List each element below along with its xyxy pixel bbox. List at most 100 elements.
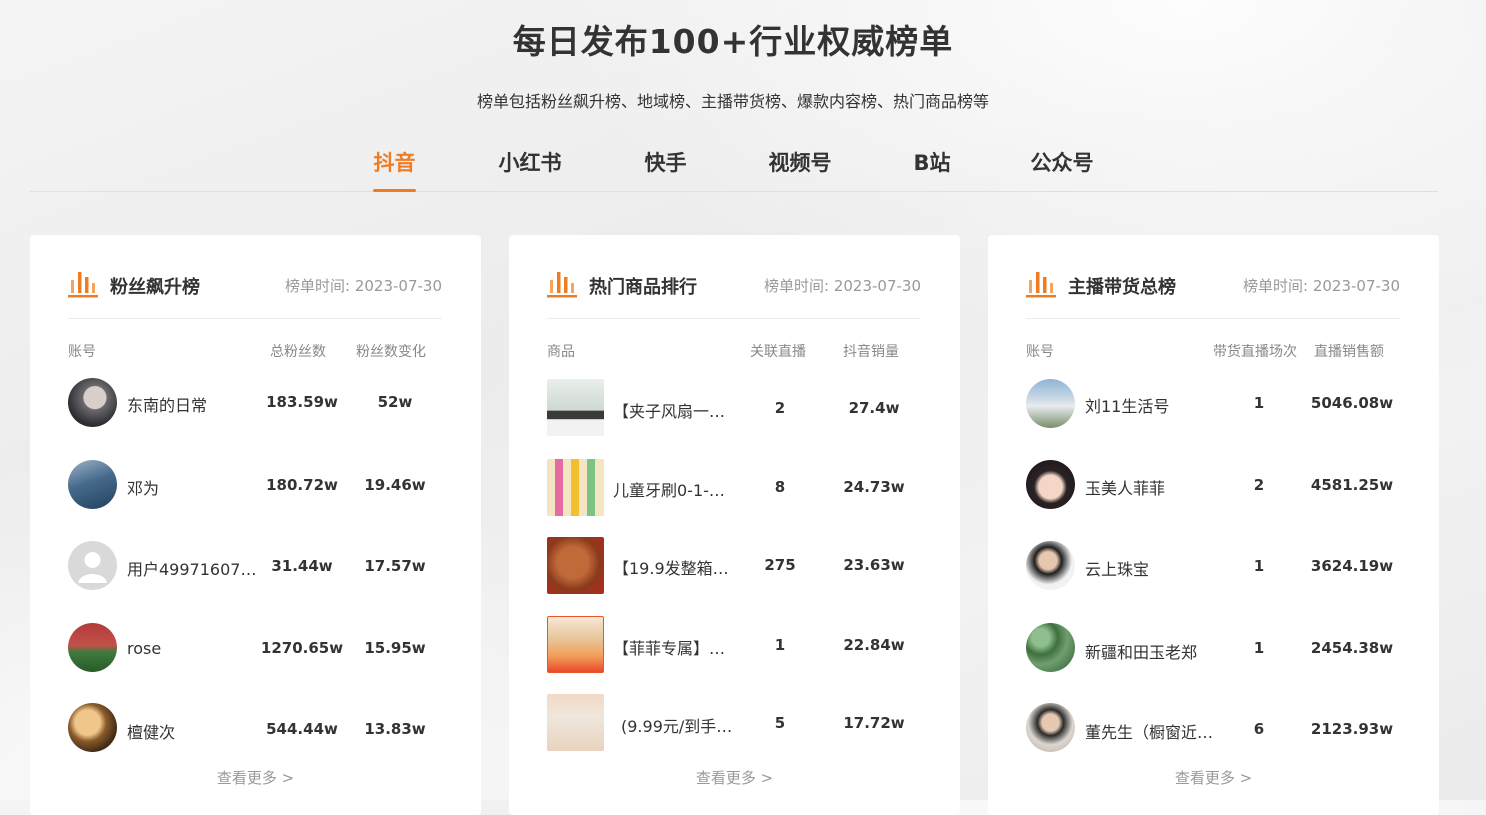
live-sessions: 2	[1253, 476, 1265, 494]
live-sales: 5046.08w	[1310, 394, 1394, 412]
table-row[interactable]: 玉美人菲菲 2 4581.25w	[988, 456, 1439, 516]
table-row[interactable]: 【菲菲专属】… 1 22.84w	[509, 615, 960, 675]
tab-kuaishou[interactable]: 快手	[644, 145, 687, 191]
fans-change: 15.95w	[364, 639, 426, 657]
column-header-live-sessions: 带货直播场次	[1213, 344, 1297, 360]
live-sessions: 1	[1253, 557, 1265, 575]
product-thumbnail	[547, 616, 604, 673]
product-name: (9.99元/到手…	[621, 717, 733, 736]
live-sessions: 6	[1253, 720, 1265, 738]
table-row[interactable]: rose 1270.65w 15.95w	[30, 619, 481, 679]
streamer-name: 云上珠宝	[1085, 560, 1150, 579]
live-sales: 3624.19w	[1310, 557, 1394, 575]
avatar	[1026, 703, 1075, 752]
date-value: 2023-07-30	[354, 277, 442, 295]
bar-chart-icon	[547, 272, 577, 298]
streamer-name: 玉美人菲菲	[1085, 479, 1166, 498]
account-name: 用户4997160766…	[127, 560, 257, 579]
default-avatar-icon	[68, 541, 117, 590]
douyin-sales: 17.72w	[843, 714, 905, 732]
table-row[interactable]: 云上珠宝 1 3624.19w	[988, 537, 1439, 597]
bar-chart-icon	[1026, 272, 1056, 298]
date-value: 2023-07-30	[1312, 277, 1400, 295]
date-value: 2023-07-30	[833, 277, 921, 295]
streamer-name: 刘11生活号	[1085, 397, 1170, 416]
column-header-account: 账号	[68, 344, 96, 360]
table-row[interactable]: 东南的日常 183.59w 52w	[30, 375, 481, 435]
fans-change: 52w	[377, 393, 413, 411]
list-date: 榜单时间: 2023-07-30	[285, 275, 442, 296]
fans-change: 13.83w	[364, 720, 426, 738]
douyin-sales: 23.63w	[843, 556, 905, 574]
view-more-link[interactable]: 查看更多 >	[988, 767, 1439, 788]
table-row[interactable]: 儿童牙刷0-1-2… 8 24.73w	[509, 457, 960, 517]
date-label: 榜单时间:	[284, 277, 351, 295]
total-fans: 544.44w	[266, 720, 338, 738]
product-name: 儿童牙刷0-1-2…	[613, 481, 733, 500]
live-sales: 2123.93w	[1310, 720, 1394, 738]
tab-bilibili[interactable]: B站	[913, 145, 951, 191]
table-row[interactable]: 用户4997160766… 31.44w 17.57w	[30, 537, 481, 597]
table-row[interactable]: 刘11生活号 1 5046.08w	[988, 375, 1439, 435]
streamer-name: 新疆和田玉老郑	[1085, 643, 1198, 662]
live-sales: 4581.25w	[1310, 476, 1394, 494]
table-row[interactable]: (9.99元/到手… 5 17.72w	[509, 693, 960, 753]
total-fans: 31.44w	[271, 557, 333, 575]
list-date: 榜单时间: 2023-07-30	[1243, 275, 1400, 296]
avatar	[1026, 379, 1075, 428]
account-name: 东南的日常	[127, 396, 208, 415]
related-live-count: 2	[774, 399, 786, 417]
fans-change: 19.46w	[364, 476, 426, 494]
streamer-name: 董先生（橱窗近…	[1085, 723, 1214, 742]
table-row[interactable]: 邓为 180.72w 19.46w	[30, 456, 481, 516]
column-header-douyin-sales: 抖音销量	[843, 344, 899, 360]
douyin-sales: 22.84w	[843, 636, 905, 654]
table-row[interactable]: 【19.9发整箱8… 275 23.63w	[509, 536, 960, 596]
card-header: 主播带货总榜 榜单时间: 2023-07-30	[1026, 265, 1400, 319]
card-header: 热门商品排行 榜单时间: 2023-07-30	[547, 265, 921, 319]
table-row[interactable]: 董先生（橱窗近… 6 2123.93w	[988, 700, 1439, 760]
card-title: 主播带货总榜	[1068, 277, 1176, 298]
fans-change: 17.57w	[364, 557, 426, 575]
view-more-link[interactable]: 查看更多 >	[509, 767, 960, 788]
card-fans-rising: 粉丝飙升榜 榜单时间: 2023-07-30 账号 总粉丝数 粉丝数变化 东南的…	[30, 235, 481, 815]
account-name: rose	[127, 639, 162, 658]
table-row[interactable]: 新疆和田玉老郑 1 2454.38w	[988, 619, 1439, 679]
related-live-count: 275	[764, 556, 796, 574]
account-name: 邓为	[127, 479, 160, 498]
view-more-link[interactable]: 查看更多 >	[30, 767, 481, 788]
related-live-count: 8	[774, 478, 786, 496]
tab-shipinhao[interactable]: 视频号	[768, 145, 832, 191]
card-header: 粉丝飙升榜 榜单时间: 2023-07-30	[68, 265, 442, 319]
column-header-total-fans: 总粉丝数	[270, 344, 326, 360]
column-header-live-sales: 直播销售额	[1314, 344, 1384, 360]
table-row[interactable]: 【夹子风扇一… 2 27.4w	[509, 378, 960, 438]
tab-xiaohongshu[interactable]: 小红书	[498, 145, 562, 191]
card-streamer-sales: 主播带货总榜 榜单时间: 2023-07-30 账号 带货直播场次 直播销售额 …	[988, 235, 1439, 815]
total-fans: 1270.65w	[260, 639, 344, 657]
related-live-count: 1	[774, 636, 786, 654]
page-subtitle: 榜单包括粉丝飙升榜、地域榜、主播带货榜、爆款内容榜、热门商品榜等	[476, 92, 989, 111]
product-name: 【夹子风扇一…	[613, 402, 726, 421]
page-title: 每日发布100+行业权威榜单	[512, 22, 954, 61]
platform-tabs: 抖音 小红书 快手 视频号 B站 公众号	[30, 145, 1438, 192]
douyin-sales: 24.73w	[843, 478, 905, 496]
list-date: 榜单时间: 2023-07-30	[764, 275, 921, 296]
tab-douyin[interactable]: 抖音	[373, 145, 416, 192]
avatar	[68, 623, 117, 672]
avatar	[1026, 623, 1075, 672]
product-thumbnail	[547, 459, 604, 516]
live-sales: 2454.38w	[1310, 639, 1394, 657]
column-header-product: 商品	[547, 344, 575, 360]
product-thumbnail	[547, 537, 604, 594]
tab-gongzhonghao[interactable]: 公众号	[1030, 145, 1094, 191]
card-hot-products: 热门商品排行 榜单时间: 2023-07-30 商品 关联直播 抖音销量 【夹子…	[509, 235, 960, 815]
product-thumbnail	[547, 379, 604, 436]
column-header-related-live: 关联直播	[750, 344, 806, 360]
column-header-fans-change: 粉丝数变化	[356, 344, 426, 360]
product-thumbnail	[547, 694, 604, 751]
column-header-account: 账号	[1026, 344, 1054, 360]
avatar	[68, 460, 117, 509]
table-row[interactable]: 檀健次 544.44w 13.83w	[30, 700, 481, 760]
total-fans: 180.72w	[266, 476, 338, 494]
